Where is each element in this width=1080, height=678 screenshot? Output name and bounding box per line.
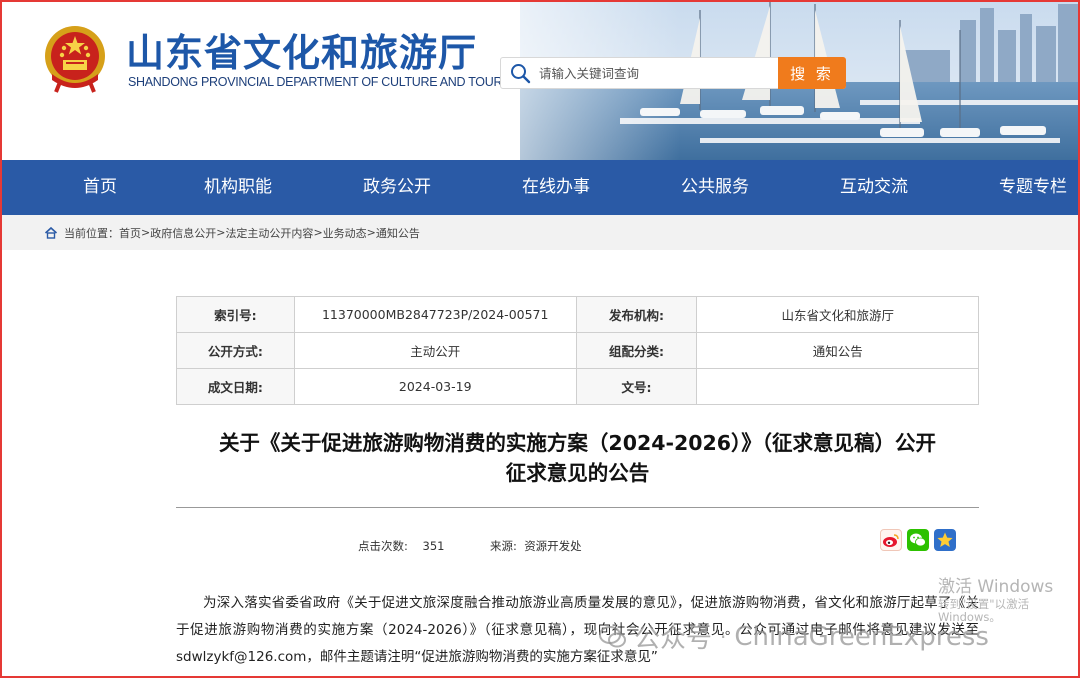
article-title-line1: 关于《关于促进旅游购物消费的实施方案（2024-2026）》（征求意见稿）公开 [218,431,937,455]
article-source: 来源: 资源开发处 [490,538,582,554]
channel-prefix: 公众号 [634,624,713,654]
nav-item-online-services[interactable]: 在线办事 [522,160,590,215]
breadcrumb-item-gov-info[interactable]: 政府信息公开 [150,225,216,241]
search-input[interactable] [539,59,777,87]
category-value: 通知公告 [696,332,979,369]
breadcrumb-item-business[interactable]: 业务动态 [323,225,367,241]
breadcrumb-separator: > [216,226,226,239]
favorite-star-icon[interactable] [934,529,956,551]
docno-label: 文号: [575,368,698,405]
search-box: 搜 索 [500,57,846,89]
table-row: 公开方式: 主动公开 组配分类: 通知公告 [176,332,979,369]
wechat-channel-icon [599,625,626,647]
site-title: 山东省文化和旅游厅 [126,31,478,75]
main-nav: 首页 机构职能 政务公开 在线办事 公共服务 互动交流 专题专栏 [0,160,1080,215]
index-label: 索引号: [176,296,295,333]
source-label: 来源: [490,539,517,553]
breadcrumb: 当前位置： 首页 > 政府信息公开 > 法定主动公开内容 > 业务动态 > 通知… [0,215,1080,250]
article-title: 关于《关于促进旅游购物消费的实施方案（2024-2026）》（征求意见稿）公开 … [176,428,979,488]
breadcrumb-prefix: 当前位置： [64,226,119,240]
nav-item-gov-affairs[interactable]: 政务公开 [363,160,431,215]
share-bar [880,529,956,551]
national-emblem-icon [45,26,105,93]
site-subtitle: SHANDONG PROVINCIAL DEPARTMENT OF CULTUR… [128,75,524,89]
watermark-dot: · [720,624,727,649]
breadcrumb-item-home[interactable]: 首页 [119,225,141,241]
weibo-icon[interactable] [880,529,902,551]
article-title-line2: 征求意见的公告 [505,461,650,485]
search-icon[interactable] [501,58,539,88]
index-value: 11370000MB2847723P/2024-00571 [293,296,577,333]
breadcrumb-item-notices[interactable]: 通知公告 [376,225,420,241]
disclosure-value: 主动公开 [293,332,577,369]
click-count: 点击次数: 351 [358,538,444,554]
date-label: 成文日期: [176,368,295,405]
disclosure-label: 公开方式: [176,332,295,369]
channel-name: ChinaGreenExpress [734,621,989,652]
docno-value [696,368,979,405]
wechat-icon[interactable] [907,529,929,551]
channel-watermark: 公众号 · ChinaGreenExpress [598,618,989,655]
windows-watermark-line1: 激活 Windows [938,577,1054,597]
breadcrumb-separator: > [141,226,151,239]
nav-item-functions[interactable]: 机构职能 [204,160,272,215]
breadcrumb-separator: > [313,226,323,239]
title-divider [176,507,979,508]
category-label: 组配分类: [575,332,698,369]
nav-item-public-services[interactable]: 公共服务 [681,160,749,215]
click-count-value: 351 [422,539,445,553]
home-icon [44,226,58,240]
search-button[interactable]: 搜 索 [778,57,846,89]
table-row: 索引号: 11370000MB2847723P/2024-00571 发布机构:… [176,296,979,333]
document-info-table: 索引号: 11370000MB2847723P/2024-00571 发布机构:… [176,296,979,405]
nav-item-home[interactable]: 首页 [83,160,117,215]
publisher-value: 山东省文化和旅游厅 [696,296,979,333]
breadcrumb-item-statutory[interactable]: 法定主动公开内容 [225,225,313,241]
breadcrumb-separator: > [366,226,376,239]
publisher-label: 发布机构: [575,296,698,333]
source-value: 资源开发处 [524,539,582,553]
table-row: 成文日期: 2024-03-19 文号: [176,368,979,405]
nav-item-interaction[interactable]: 互动交流 [840,160,908,215]
site-header: 山东省文化和旅游厅 SHANDONG PROVINCIAL DEPARTMENT… [0,0,1080,160]
nav-item-special-topics[interactable]: 专题专栏 [999,160,1067,215]
date-value: 2024-03-19 [293,368,577,405]
click-count-label: 点击次数: [358,539,408,553]
